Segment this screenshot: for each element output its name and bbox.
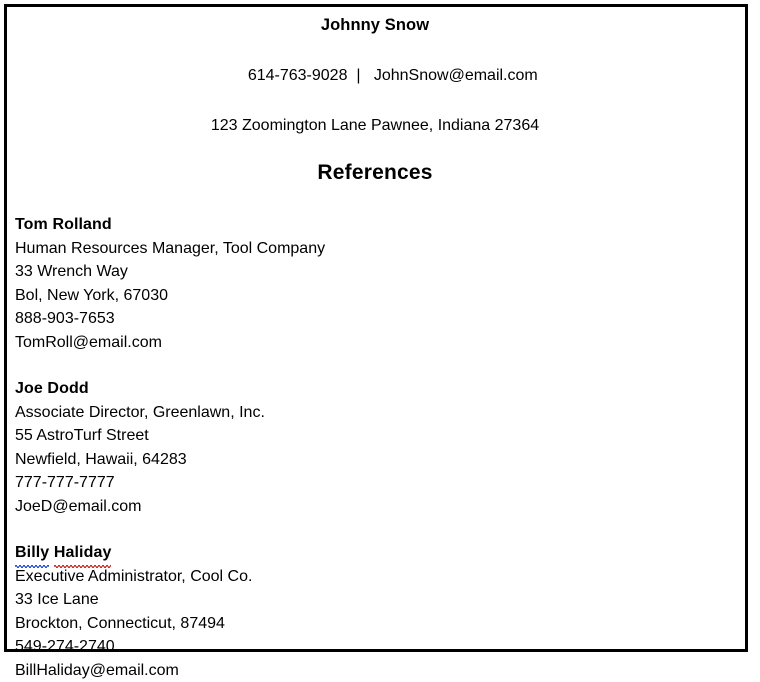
reference-city-state-zip: Bol, New York, 67030 <box>15 284 735 308</box>
reference-entry: Tom Rolland Human Resources Manager, Too… <box>15 213 735 354</box>
reference-name-first: Tom <box>15 216 48 233</box>
reference-entry: Joe Dodd Associate Director, Greenlawn, … <box>15 377 735 518</box>
contact-separator-spacer-2 <box>361 67 374 84</box>
reference-city-state-zip: Brockton, Connecticut, 87494 <box>15 612 735 636</box>
reference-entry: Billy Haliday Executive Administrator, C… <box>15 541 735 682</box>
reference-email: JoeD@email.com <box>15 495 735 519</box>
contact-email: JohnSnow@email.com <box>374 67 538 84</box>
contact-address: 123 Zoomington Lane Pawnee, Indiana 2736… <box>15 113 735 138</box>
reference-name-last-spelling-flag[interactable]: Haliday <box>54 541 112 565</box>
document-body: Johnny Snow 614-763-9028 | JohnSnow@emai… <box>7 7 745 649</box>
reference-name-last: Dodd <box>47 380 88 397</box>
reference-name-first-grammar-flag[interactable]: Billy <box>15 541 49 565</box>
reference-email: TomRoll@email.com <box>15 331 735 355</box>
reference-phone: 549-274-2740 <box>15 635 735 659</box>
reference-street: 55 AstroTurf Street <box>15 424 735 448</box>
reference-title: Associate Director, Greenlawn, Inc. <box>15 401 735 425</box>
reference-phone: 777-777-7777 <box>15 471 735 495</box>
reference-name: Joe Dodd <box>15 377 735 401</box>
section-heading-references: References <box>15 160 735 185</box>
reference-email: BillHaliday@email.com <box>15 659 735 682</box>
reference-name: Billy Haliday <box>15 541 735 565</box>
reference-street: 33 Wrench Way <box>15 260 735 284</box>
references-list: Tom Rolland Human Resources Manager, Too… <box>15 213 735 682</box>
reference-title: Human Resources Manager, Tool Company <box>15 237 735 261</box>
resume-header: Johnny Snow 614-763-9028 | JohnSnow@emai… <box>15 13 735 138</box>
candidate-name: Johnny Snow <box>15 13 735 38</box>
document-page-frame: Johnny Snow 614-763-9028 | JohnSnow@emai… <box>4 4 748 652</box>
reference-name: Tom Rolland <box>15 213 735 237</box>
reference-phone: 888-903-7653 <box>15 307 735 331</box>
reference-title: Executive Administrator, Cool Co. <box>15 565 735 589</box>
reference-city-state-zip: Newfield, Hawaii, 64283 <box>15 448 735 472</box>
reference-name-first: Joe <box>15 380 43 397</box>
reference-name-last: Rolland <box>52 216 111 233</box>
contact-line: 614-763-9028 | JohnSnow@email.com <box>15 38 735 113</box>
contact-phone: 614-763-9028 <box>248 67 348 84</box>
reference-street: 33 Ice Lane <box>15 588 735 612</box>
